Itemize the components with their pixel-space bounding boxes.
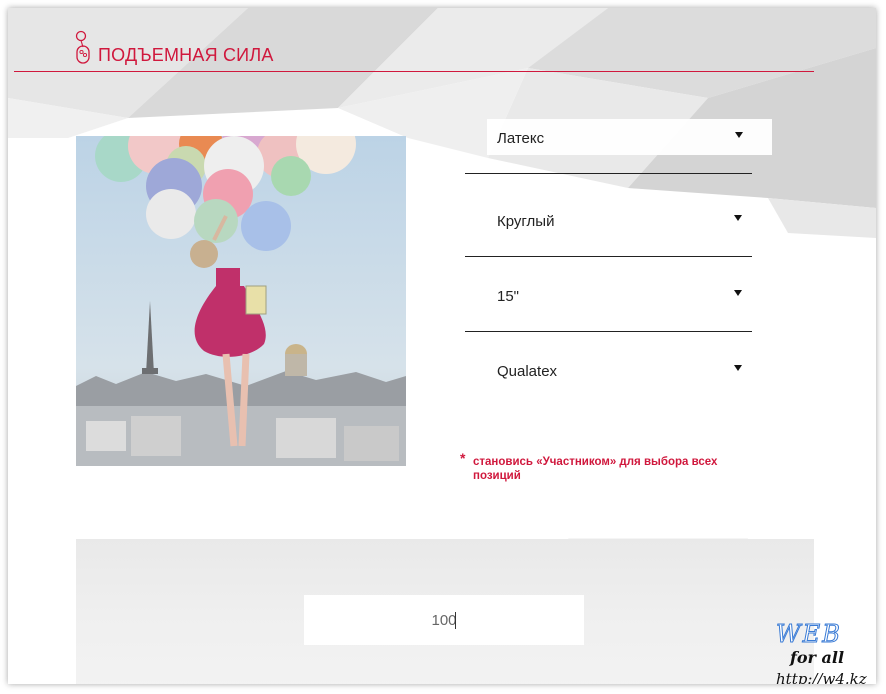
note-asterisk: * <box>460 450 466 466</box>
triangle-down-icon <box>734 215 742 221</box>
watermark-logo: WEB for all http://w4.kz <box>768 620 876 685</box>
balloons-photo <box>76 136 406 466</box>
watermark-url: http://w4.kz <box>776 670 867 684</box>
quantity-panel <box>76 539 814 684</box>
text-caret <box>455 612 456 629</box>
triangle-down-icon <box>735 132 743 138</box>
page-header: ПОДЪЕМНАЯ СИЛА <box>14 30 814 72</box>
balloon-icon <box>75 30 90 64</box>
brand-select[interactable]: Qualatex <box>487 352 752 388</box>
watermark-forall: for all <box>790 648 845 667</box>
page-frame: ПОДЪЕМНАЯ СИЛА Латекс Круглый 15" Qualat… <box>8 8 876 684</box>
material-select[interactable]: Латекс <box>487 119 772 155</box>
triangle-down-icon <box>734 365 742 371</box>
material-select-value: Латекс <box>497 130 545 147</box>
material-select-row[interactable]: Латекс <box>465 119 772 174</box>
membership-note: становись «Участником» для выбора всех п… <box>473 456 718 482</box>
shape-select-value: Круглый <box>497 213 555 230</box>
size-select-row[interactable]: 15" <box>465 277 752 332</box>
page-title: ПОДЪЕМНАЯ СИЛА <box>98 45 274 65</box>
watermark-web: WEB <box>776 620 842 649</box>
size-select-value: 15" <box>497 288 520 305</box>
shape-select-row[interactable]: Круглый <box>465 202 752 257</box>
quantity-input[interactable] <box>304 595 584 645</box>
brand-select-value: Qualatex <box>497 363 558 380</box>
size-select[interactable]: 15" <box>487 277 752 313</box>
brand-select-row[interactable]: Qualatex <box>465 352 752 406</box>
triangle-down-icon <box>734 290 742 296</box>
shape-select[interactable]: Круглый <box>487 202 752 238</box>
